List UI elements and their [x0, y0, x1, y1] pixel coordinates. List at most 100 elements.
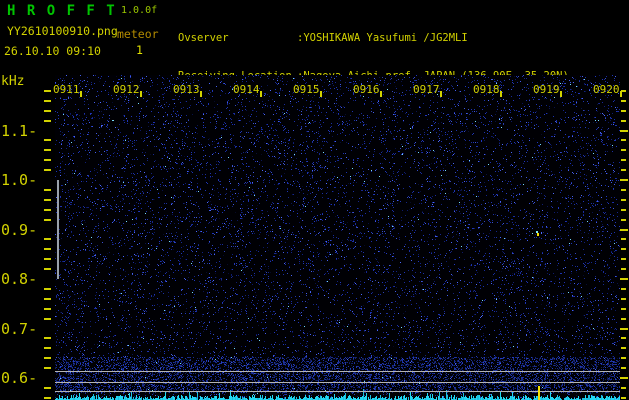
- freq-minor-tick-left: [44, 307, 51, 310]
- freq-major-tick-right: [620, 129, 628, 132]
- freq-minor-tick-left: [44, 99, 51, 102]
- time-tick-mark: [620, 91, 622, 97]
- carrier-reference-line: [55, 391, 620, 392]
- time-tick-label: 0916: [353, 83, 380, 96]
- freq-minor-tick-left: [44, 109, 51, 112]
- freq-minor-tick-right: [621, 367, 626, 370]
- startup-trace-line: [57, 180, 59, 279]
- freq-minor-tick-left: [44, 238, 51, 241]
- meteor-echo-dot: [537, 233, 539, 236]
- freq-major-tick-right: [620, 179, 628, 181]
- freq-minor-tick-left: [44, 317, 51, 320]
- freq-minor-tick-left: [44, 218, 51, 221]
- freq-minor-tick-right: [621, 297, 626, 300]
- freq-minor-tick-right: [621, 337, 626, 340]
- freq-minor-tick-right: [621, 89, 626, 92]
- freq-minor-tick-left: [44, 396, 51, 399]
- freq-minor-tick-right: [621, 396, 626, 399]
- freq-minor-tick-right: [621, 357, 626, 360]
- freq-minor-tick-left: [44, 139, 51, 142]
- freq-minor-tick-left: [44, 149, 51, 152]
- time-tick-label: 0919: [533, 83, 560, 96]
- freq-minor-tick-left: [44, 198, 51, 201]
- time-tick-label: 0917: [413, 83, 440, 96]
- freq-minor-tick-left: [44, 159, 51, 162]
- freq-minor-tick-left: [44, 337, 51, 340]
- time-tick-label: 0918: [473, 83, 500, 96]
- freq-minor-tick-left: [44, 297, 51, 300]
- freq-minor-tick-right: [621, 248, 626, 251]
- freq-minor-tick-right: [621, 386, 626, 389]
- observation-datetime: 26.10.10 09:10: [4, 44, 101, 58]
- freq-minor-tick-right: [621, 198, 626, 201]
- time-tick-mark: [260, 91, 262, 97]
- carrier-reference-line: [55, 371, 620, 372]
- time-tick-label: 0913: [173, 83, 200, 96]
- app-title: H R O F F T: [7, 3, 117, 19]
- time-tick-mark: [440, 91, 442, 97]
- freq-tick-label: 1.1-: [1, 121, 38, 140]
- time-tick-mark: [80, 91, 82, 97]
- echo-count: 1: [136, 43, 143, 57]
- time-tick-mark: [140, 91, 142, 97]
- y-axis-unit-label: kHz: [1, 74, 25, 89]
- freq-minor-tick-right: [621, 109, 626, 112]
- freq-minor-tick-right: [621, 208, 626, 211]
- freq-minor-tick-right: [621, 149, 626, 152]
- observer-row-value: :YOSHIKAWA Yasufumi /JG2MLI: [297, 31, 468, 44]
- freq-minor-tick-right: [621, 317, 626, 320]
- freq-minor-tick-right: [621, 99, 626, 102]
- freq-minor-tick-left: [44, 347, 51, 350]
- time-tick-label: 0914: [233, 83, 260, 96]
- time-tick-mark: [380, 91, 382, 97]
- freq-major-tick-right: [620, 377, 628, 379]
- time-tick-mark: [320, 91, 322, 97]
- time-tick-mark: [560, 91, 562, 97]
- meteor-echo-dot: [541, 232, 542, 234]
- freq-minor-tick-left: [44, 89, 51, 92]
- freq-minor-tick-left: [44, 386, 51, 389]
- freq-minor-tick-left: [44, 248, 51, 251]
- time-tick-label: 0915: [293, 83, 320, 96]
- echo-detect-marker: [538, 386, 540, 400]
- mode-label: meteor: [117, 27, 159, 41]
- freq-minor-tick-right: [621, 119, 626, 122]
- freq-minor-tick-right: [621, 287, 626, 290]
- freq-minor-tick-right: [621, 159, 626, 162]
- freq-minor-tick-right: [621, 188, 626, 191]
- freq-major-tick-right: [620, 278, 628, 280]
- time-tick-mark: [500, 91, 502, 97]
- freq-tick-label: 0.6-: [1, 369, 38, 387]
- freq-minor-tick-right: [621, 169, 626, 172]
- freq-minor-tick-right: [621, 268, 626, 271]
- freq-tick-label: 0.7-: [1, 319, 38, 338]
- freq-minor-tick-right: [621, 238, 626, 241]
- freq-minor-tick-left: [44, 188, 51, 191]
- time-tick-label: 0912: [113, 83, 140, 96]
- freq-tick-label: 0.9-: [1, 220, 38, 239]
- freq-tick-label: 1.0-: [1, 171, 38, 189]
- freq-minor-tick-left: [44, 119, 51, 122]
- app-version: 1.0.0f: [121, 5, 158, 16]
- time-tick-label: 0920: [593, 83, 620, 96]
- observer-row: Ovserver :YOSHIKAWA Yasufumi /JG2MLI: [178, 32, 594, 45]
- freq-major-tick-right: [620, 228, 628, 231]
- observer-row-label: Ovserver: [178, 31, 229, 44]
- freq-minor-tick-left: [44, 287, 51, 290]
- freq-minor-tick-right: [621, 139, 626, 142]
- freq-minor-tick-right: [621, 258, 626, 261]
- spectrogram-canvas: [55, 75, 620, 400]
- freq-minor-tick-left: [44, 367, 51, 370]
- spectrogram: 0911 0912 0913 0914 0915 0916 0917 0918 0919 0920: [53, 75, 622, 400]
- freq-minor-tick-left: [44, 268, 51, 271]
- freq-minor-tick-right: [621, 347, 626, 350]
- hrofft-screen: H R O F F T 1.0.0f YY2610100910.png mete…: [0, 0, 629, 400]
- freq-major-tick-right: [620, 327, 628, 330]
- freq-minor-tick-left: [44, 208, 51, 211]
- freq-minor-tick-left: [44, 169, 51, 172]
- freq-minor-tick-right: [621, 307, 626, 310]
- freq-minor-tick-right: [621, 218, 626, 221]
- output-filename: YY2610100910.png: [7, 24, 118, 38]
- freq-minor-tick-left: [44, 357, 51, 360]
- time-tick-label: 0911: [53, 83, 80, 96]
